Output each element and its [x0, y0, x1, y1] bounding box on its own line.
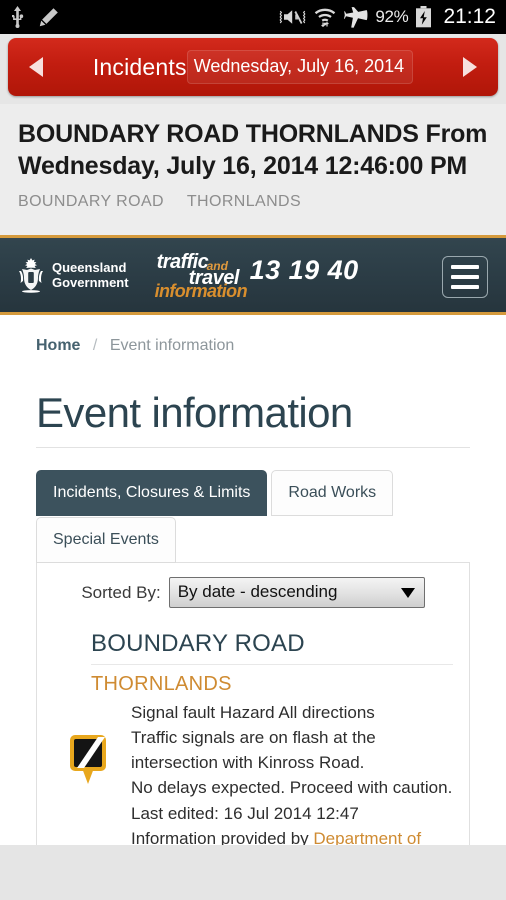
- qld-gov-wordmark: Queensland Government: [52, 260, 129, 291]
- embedded-webview: Queensland Government traffic and travel…: [0, 235, 506, 845]
- breadcrumb: Home / Event information: [0, 315, 506, 355]
- status-bar-left-icons: [10, 6, 59, 28]
- app-header-bar: Incidents Wednesday, July 16, 2014: [8, 38, 498, 96]
- next-day-button[interactable]: [442, 55, 498, 79]
- coat-of-arms-icon: [19, 258, 43, 293]
- incident-line-3: No delays expected. Proceed with caution…: [131, 778, 453, 798]
- incident-provider-prefix: Information provided by: [131, 828, 314, 845]
- incident-line-1: Signal fault Hazard All directions: [131, 703, 375, 722]
- qld-gov-line1: Queensland: [52, 259, 127, 275]
- chevron-right-icon: [463, 57, 477, 77]
- incident-provider-link[interactable]: Department of: [313, 829, 421, 845]
- wifi-icon: [313, 7, 337, 28]
- queensland-government-logo: Queensland Government: [16, 257, 129, 293]
- hazard-pin-icon: [70, 735, 106, 784]
- hamburger-menu-icon[interactable]: [442, 256, 488, 298]
- mute-vibrate-icon: [279, 7, 306, 27]
- hamburger-bar: [451, 275, 479, 279]
- tab-special-events[interactable]: Special Events: [36, 517, 176, 563]
- qld-gov-line2: Government: [52, 275, 129, 290]
- chevron-left-icon: [29, 57, 43, 77]
- app-date-label[interactable]: Wednesday, July 16, 2014: [186, 50, 414, 84]
- brand-phone-number: 13 19 40: [249, 255, 359, 285]
- sort-by-selected-value: By date - descending: [177, 582, 338, 601]
- incident-suburb-label: THORNLANDS: [91, 673, 232, 695]
- battery-percent-label: 92%: [375, 7, 409, 26]
- tab-panel: Sorted By: By date - descending BOUNDARY…: [36, 562, 470, 845]
- event-subtitle: BOUNDARY ROAD THORNLANDS: [18, 193, 488, 211]
- incident-description: Signal fault Hazard All directions Traff…: [131, 700, 453, 845]
- app-title: Incidents: [92, 53, 187, 80]
- breadcrumb-home-link[interactable]: Home: [36, 337, 80, 354]
- ttm-brand: traffic and travel information 13 19 40: [147, 249, 377, 301]
- app-header-center: Incidents Wednesday, July 16, 2014: [64, 50, 442, 84]
- sort-by-select[interactable]: By date - descending: [168, 577, 425, 608]
- web-page-body: Home / Event information Event informati…: [0, 315, 506, 845]
- status-bar-right-icons: 92% 21:12: [279, 5, 496, 29]
- incident-line-4: Last edited: 16 Jul 2014 12:47: [131, 803, 359, 823]
- tab-list: Incidents, Closures & Limits Road Works …: [36, 470, 456, 563]
- incident-line-5: Information provided by Department of: [131, 826, 453, 845]
- event-title: BOUNDARY ROAD THORNLANDS From Wednesday,…: [18, 120, 488, 180]
- page-title: Event information: [36, 389, 470, 448]
- edit-pencil-icon: [39, 7, 59, 27]
- hamburger-bar: [451, 265, 479, 269]
- event-suburb-label: THORNLANDS: [186, 193, 302, 210]
- incident-item: Signal fault Hazard All directions Traff…: [53, 700, 453, 845]
- sort-row: Sorted By: By date - descending: [53, 577, 453, 608]
- incident-line-2: Traffic signals are on flash at the inte…: [131, 728, 376, 773]
- phone-screen: 92% 21:12 Incidents Wednesday, July 16, …: [0, 0, 506, 900]
- chevron-down-icon: [400, 587, 415, 598]
- incident-road-heading: BOUNDARY ROAD: [91, 630, 453, 665]
- clock-label: 21:12: [443, 5, 496, 28]
- android-status-bar: 92% 21:12: [0, 0, 506, 34]
- breadcrumb-separator: /: [92, 337, 98, 354]
- site-header: Queensland Government traffic and travel…: [0, 235, 506, 315]
- battery-charging-icon: [415, 6, 432, 28]
- breadcrumb-current: Event information: [109, 337, 235, 354]
- tab-incidents-closures-limits[interactable]: Incidents, Closures & Limits: [36, 470, 268, 516]
- previous-day-button[interactable]: [8, 55, 64, 79]
- tab-road-works[interactable]: Road Works: [271, 470, 394, 516]
- airplane-mode-icon: [344, 6, 368, 28]
- usb-icon: [10, 6, 25, 28]
- sort-by-label: Sorted By:: [81, 582, 161, 602]
- hamburger-bar: [451, 285, 479, 289]
- event-road-label: BOUNDARY ROAD: [18, 193, 164, 210]
- brand-information-word: information: [154, 281, 248, 301]
- event-title-block: BOUNDARY ROAD THORNLANDS From Wednesday,…: [0, 104, 506, 235]
- bottom-filler: [0, 845, 506, 900]
